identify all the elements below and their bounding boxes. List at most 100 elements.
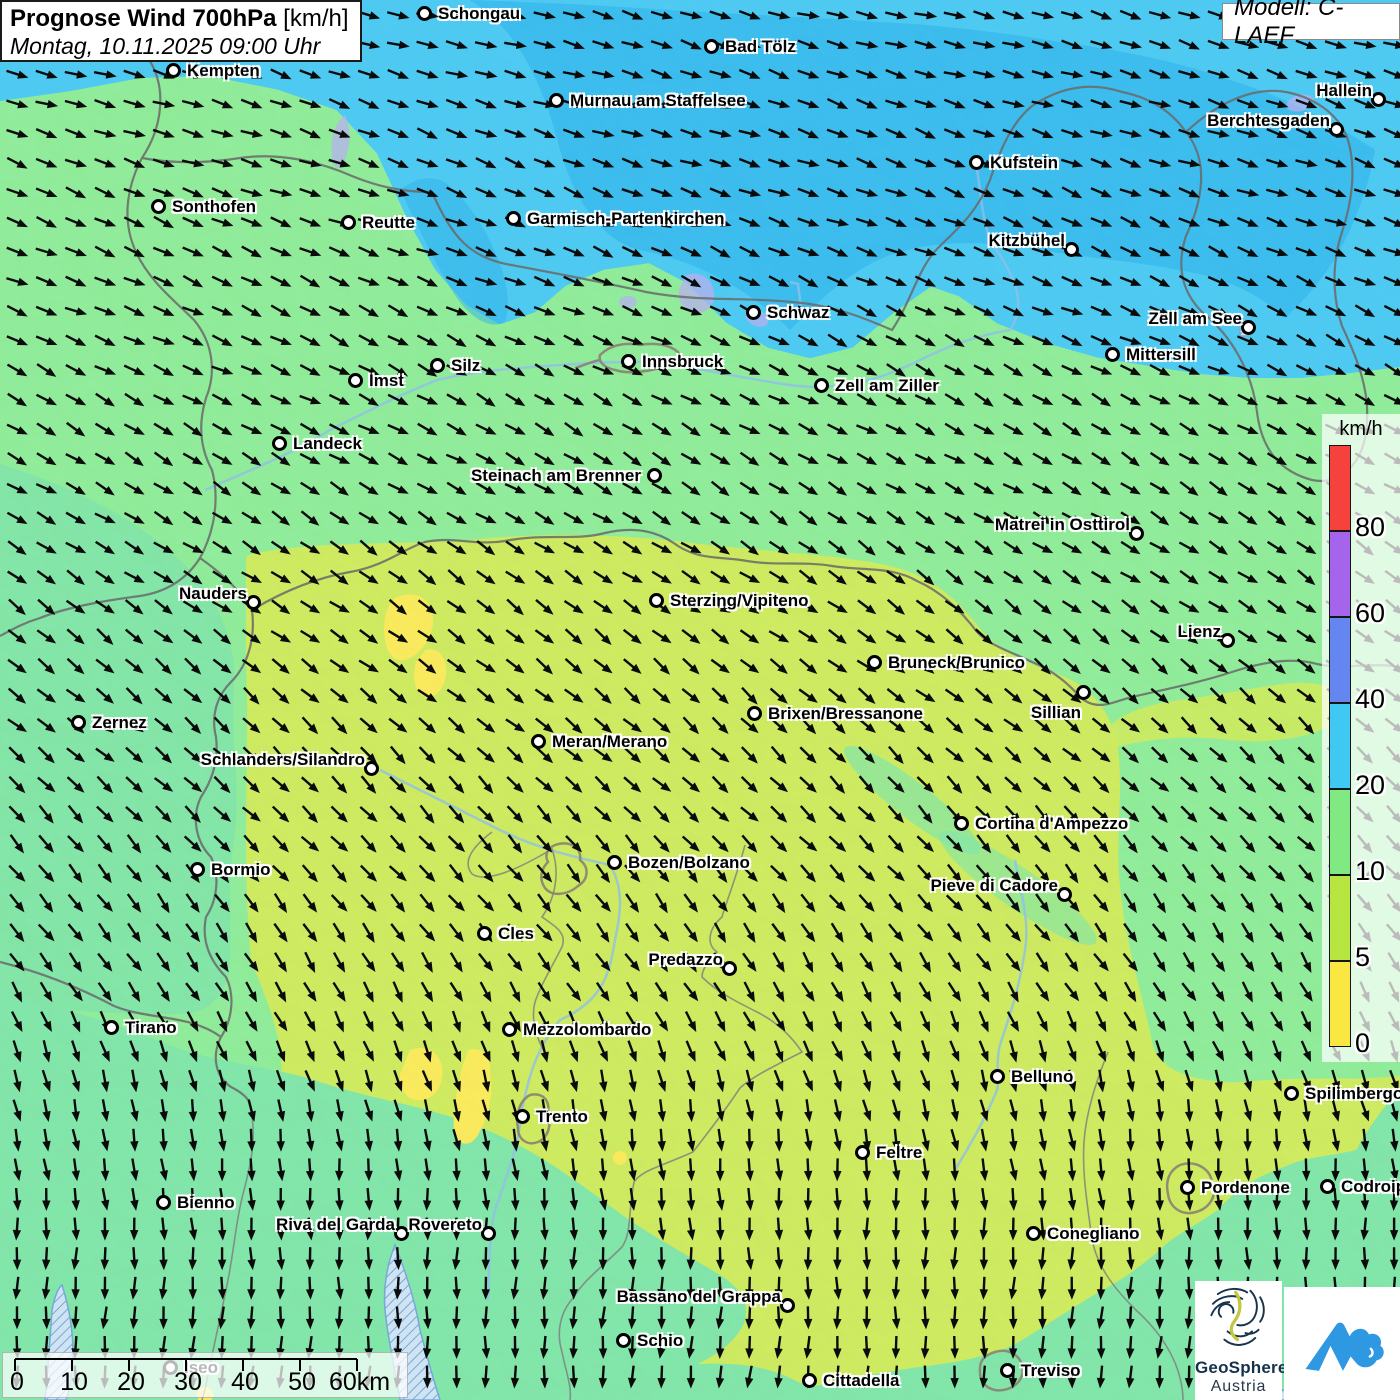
city-marker: Cortina d'Ampezzo	[954, 814, 1128, 833]
city-label: Hallein	[1316, 81, 1372, 101]
city-marker: Bozen/Bolzano	[607, 853, 750, 872]
city-marker: Bassano del Grappa	[617, 1287, 795, 1313]
city-label: Treviso	[1021, 1361, 1081, 1380]
legend-block	[1329, 789, 1351, 875]
city-label: Bassano del Grappa	[616, 1287, 781, 1307]
city-label: Matrei in Osttirol	[994, 515, 1130, 535]
city-marker: Predazzo	[648, 950, 737, 976]
city-label: Zell am Ziller	[835, 376, 939, 395]
city-label: Schwaz	[767, 303, 830, 322]
city-marker: Zernez	[71, 713, 147, 732]
city-label: Tirano	[125, 1018, 177, 1037]
city-label: Garmisch-Partenkirchen	[527, 209, 725, 228]
scale-bar: 0 10 20 30 40 50 60km	[2, 1352, 408, 1398]
scale-tick-label: 30	[174, 1368, 202, 1396]
city-marker: Trento	[515, 1107, 588, 1126]
city-label: Bozen/Bolzano	[628, 853, 750, 872]
city-marker: Murnau am Staffelsee	[549, 91, 746, 110]
city-label: Mittersill	[1126, 345, 1196, 364]
city-label: Sterzing/Vipiteno	[670, 591, 809, 610]
city-marker: Bruneck/Brunico	[867, 653, 1025, 672]
weather-map-screenshot: Schongau Bad Tölz Kempten Murnau am Staffel…	[0, 0, 1400, 1400]
city-marker: Codroipo	[1320, 1177, 1400, 1196]
legend-block	[1329, 531, 1351, 617]
city-marker: Conegliano	[1026, 1224, 1140, 1243]
legend-block	[1329, 875, 1351, 961]
city-label: Sonthofen	[172, 197, 257, 216]
city-marker: Imst	[348, 371, 404, 390]
city-marker: Brixen/Bressanone	[747, 704, 923, 723]
city-marker: Reutte	[341, 213, 415, 232]
city-label: Meran/Merano	[552, 732, 668, 751]
city-marker: Hallein	[1316, 81, 1386, 107]
city-label: Kufstein	[990, 153, 1058, 172]
model-label: Modell: C-LAEF	[1222, 0, 1400, 49]
scale-tick-label: 50	[288, 1368, 316, 1396]
city-marker: Innsbruck	[621, 352, 723, 371]
city-label: Kempten	[187, 61, 260, 80]
city-marker: Bienno	[156, 1193, 235, 1212]
city-label: Reutte	[362, 213, 415, 232]
city-marker: Kufstein	[969, 153, 1058, 172]
city-label: Cortina d'Ampezzo	[975, 814, 1129, 833]
city-label: Imst	[369, 371, 404, 390]
city-label: Predazzo	[648, 950, 723, 970]
city-label: Innsbruck	[642, 352, 724, 371]
city-marker: Garmisch-Partenkirchen	[506, 209, 724, 228]
city-marker: Belluno	[990, 1067, 1073, 1086]
city-label: Belluno	[1011, 1067, 1074, 1086]
city-label: Murnau am Staffelsee	[570, 91, 746, 110]
city-label: Cittadella	[823, 1371, 900, 1390]
scale-tick-label: 0	[10, 1368, 24, 1396]
legend-value: 5	[1355, 942, 1371, 972]
legend-value: 0	[1355, 1028, 1371, 1058]
legend-title: km/h	[1339, 418, 1383, 440]
city-marker: Tirano	[104, 1018, 177, 1037]
legend-block	[1329, 703, 1351, 789]
city-marker: Schlanders/Silandro	[201, 750, 379, 776]
legend-block	[1329, 961, 1351, 1047]
legend-block	[1329, 617, 1351, 703]
city-marker: Meran/Merano	[531, 732, 667, 751]
city-label: Bad Tölz	[725, 37, 796, 56]
city-label: Pieve di Cadore	[930, 876, 1058, 896]
city-label: Kitzbühel	[988, 231, 1066, 251]
city-marker: Sillian	[1031, 685, 1091, 722]
city-marker: Pieve di Cadore	[930, 876, 1072, 902]
city-marker: Cles	[477, 924, 534, 943]
city-label: Trento	[536, 1107, 588, 1126]
city-marker: Rovereto	[408, 1215, 496, 1241]
scale-tick-label: 10	[60, 1368, 88, 1396]
mountain-cloud-logo	[1284, 1287, 1400, 1400]
valid-time: Montag, 10.11.2025 09:00 Uhr	[10, 33, 321, 59]
city-marker: Steinach am Brenner	[471, 466, 662, 485]
geosphere-swirl-icon	[1209, 1287, 1265, 1346]
city-marker: Silz	[430, 356, 480, 375]
city-label: Brixen/Bressanone	[768, 704, 923, 723]
city-marker: Bad Tölz	[704, 37, 796, 56]
city-marker: Spilimbergo	[1284, 1084, 1400, 1103]
city-marker: Riva del Garda	[276, 1215, 409, 1241]
city-marker: Sterzing/Vipiteno	[649, 591, 809, 610]
geosphere-name: GeoSphere	[1195, 1358, 1288, 1377]
scale-tick-label: 40	[231, 1368, 259, 1396]
scale-tick-label: 60km	[329, 1368, 391, 1396]
city-label: Schlanders/Silandro	[200, 750, 365, 770]
city-label: Feltre	[876, 1143, 923, 1162]
city-marker: Treviso	[1000, 1361, 1081, 1380]
city-label: Steinach am Brenner	[470, 466, 641, 485]
legend-value: 80	[1355, 512, 1386, 542]
city-label: Zell am See	[1148, 309, 1242, 329]
city-marker: Pordenone	[1180, 1178, 1290, 1197]
page-title: Prognose Wind 700hPa [km/h]	[10, 5, 349, 32]
city-marker: Lienz	[1178, 622, 1235, 648]
legend-value: 10	[1355, 856, 1386, 886]
city-marker: Kempten	[166, 61, 260, 80]
city-label: Lienz	[1177, 622, 1221, 642]
city-label: Spilimbergo	[1305, 1084, 1400, 1103]
city-marker: Zell am See	[1148, 309, 1256, 335]
city-markers-layer: Schongau Bad Tölz Kempten Murnau am Staffel…	[0, 0, 1400, 1400]
geosphere-logo: GeoSphere Austria	[1195, 1281, 1288, 1400]
legend-value: 20	[1355, 770, 1386, 800]
city-label: Schongau	[438, 4, 521, 23]
